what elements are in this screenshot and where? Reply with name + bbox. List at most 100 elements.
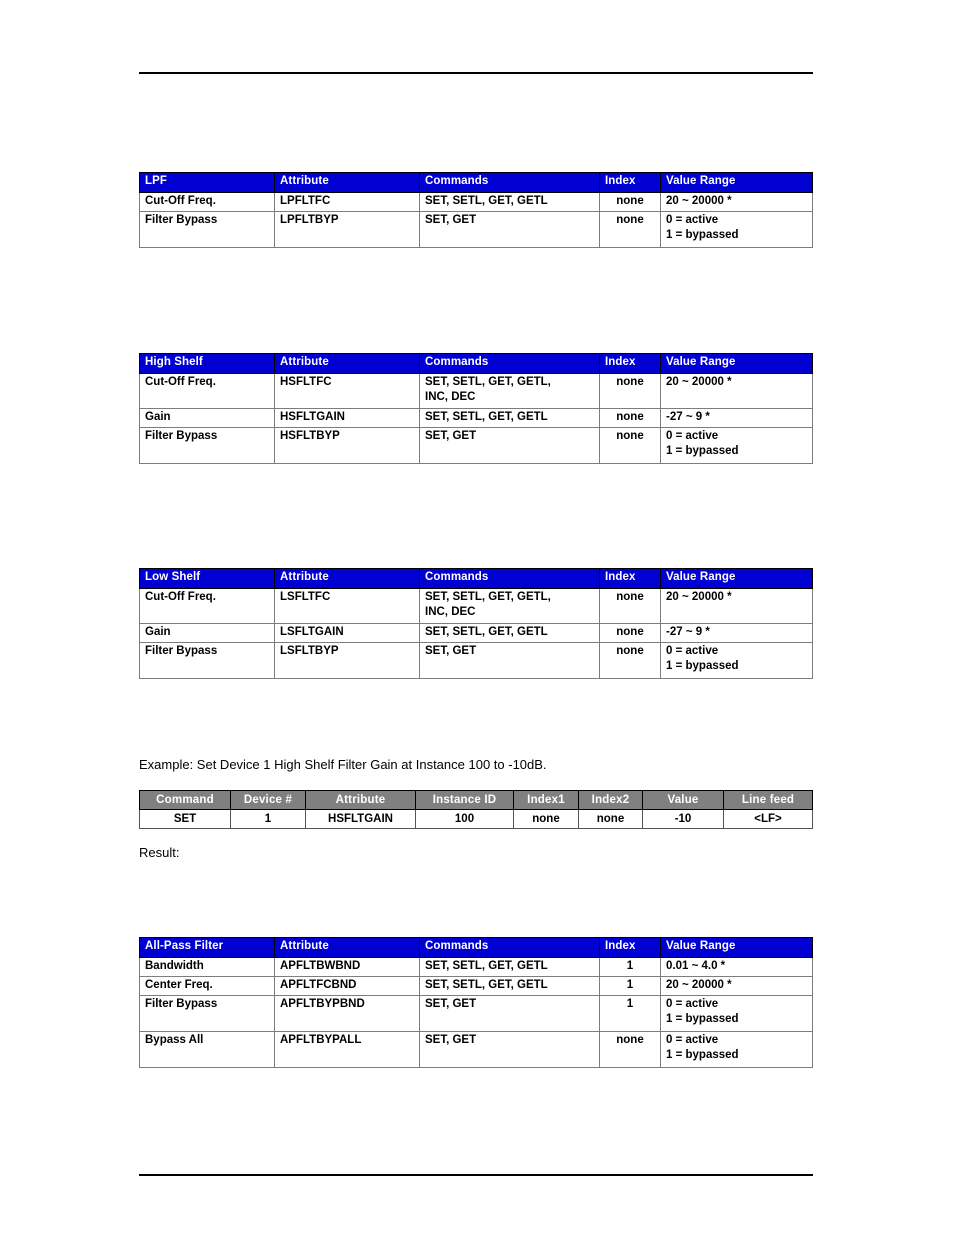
commands-line: SET, SETL, GET, GETL (425, 626, 548, 638)
cell-index: none (599, 642, 661, 679)
cell-commands: SET, GET (419, 427, 600, 464)
column-header-name: Low Shelf (139, 568, 275, 589)
value-range-line: -27 ~ 9 * (666, 626, 710, 638)
cell-index: 1 (599, 957, 661, 977)
column-header-instance-id: Instance ID (415, 790, 514, 810)
value-range-line: 20 ~ 20000 * (666, 979, 732, 991)
cell-index: none (599, 211, 661, 248)
cell-name: Cut-Off Freq. (139, 588, 275, 624)
value-range-line: 20 ~ 20000 * (666, 591, 732, 603)
cell-name: Filter Bypass (139, 211, 275, 248)
cell-index: none (599, 588, 661, 624)
commands-line: SET, GET (425, 1034, 477, 1046)
cell-command: SET (139, 809, 231, 829)
cell-name: Bypass All (139, 1031, 275, 1068)
cell-commands: SET, GET (419, 1031, 600, 1068)
cell-value-range: 0 = active 1 = bypassed (660, 642, 813, 679)
value-range-line: 0 = active (666, 214, 719, 226)
cell-value-range: 20 ~ 20000 * (660, 373, 813, 409)
cell-value-range: 0 = active 1 = bypassed (660, 995, 813, 1032)
cell-value-range: 20 ~ 20000 * (660, 588, 813, 624)
footer-rule (139, 1174, 813, 1176)
cell-attribute: LSFLTGAIN (274, 623, 420, 643)
column-header-index: Index (599, 353, 661, 374)
cell-index: none (599, 427, 661, 464)
commands-line: SET, SETL, GET, GETL (425, 960, 548, 972)
cell-name: Filter Bypass (139, 995, 275, 1032)
cell-attribute: HSFLTGAIN (305, 809, 416, 829)
cell-attribute: LPFLTBYP (274, 211, 420, 248)
column-header-name: High Shelf (139, 353, 275, 374)
table-row: Bandwidth APFLTBWBND SET, SETL, GET, GET… (139, 957, 813, 977)
column-header-commands: Commands (419, 937, 600, 958)
commands-line: INC, DEC (425, 390, 476, 403)
cell-commands: SET, SETL, GET, GETL (419, 192, 600, 212)
cell-index: none (599, 623, 661, 643)
column-header-name: LPF (139, 172, 275, 193)
cell-index: 1 (599, 976, 661, 996)
cell-value-range: 0 = active 1 = bypassed (660, 427, 813, 464)
cell-index1: none (513, 809, 579, 829)
column-header-index1: Index1 (513, 790, 579, 810)
cell-attribute: APFLTBYPALL (274, 1031, 420, 1068)
table-row: Center Freq. APFLTFCBND SET, SETL, GET, … (139, 976, 813, 996)
cell-attribute: LSFLTFC (274, 588, 420, 624)
column-header-value-range: Value Range (660, 568, 813, 589)
commands-line: SET, GET (425, 214, 477, 226)
commands-line: SET, SETL, GET, GETL (425, 195, 548, 207)
column-header-value-range: Value Range (660, 353, 813, 374)
cell-attribute: HSFLTBYP (274, 427, 420, 464)
table-header-row: Low Shelf Attribute Commands Index Value… (139, 568, 813, 589)
cell-name: Gain (139, 623, 275, 643)
column-header-command: Command (139, 790, 231, 810)
commands-line: SET, SETL, GET, GETL, (425, 376, 551, 388)
cell-value-range: -27 ~ 9 * (660, 408, 813, 428)
commands-line: SET, GET (425, 998, 477, 1010)
cell-index: none (599, 1031, 661, 1068)
table-row: SET 1 HSFLTGAIN 100 none none -10 <LF> (139, 809, 813, 829)
cell-value: -10 (642, 809, 724, 829)
value-range-line: 1 = bypassed (666, 1012, 739, 1025)
low-shelf-attribute-table: Low Shelf Attribute Commands Index Value… (139, 568, 813, 679)
cell-index: none (599, 408, 661, 428)
table-header-row: LPF Attribute Commands Index Value Range (139, 172, 813, 193)
value-range-line: 20 ~ 20000 * (666, 195, 732, 207)
column-header-device-number: Device # (230, 790, 306, 810)
value-range-line: 1 = bypassed (666, 444, 739, 457)
column-header-value: Value (642, 790, 724, 810)
cell-device-number: 1 (230, 809, 306, 829)
commands-line: SET, SETL, GET, GETL, (425, 591, 551, 603)
commands-line: SET, GET (425, 430, 477, 442)
table-header-row: All-Pass Filter Attribute Commands Index… (139, 937, 813, 958)
cell-attribute: APFLTBYPBND (274, 995, 420, 1032)
value-range-line: 0.01 ~ 4.0 * (666, 960, 726, 972)
cell-attribute: APFLTFCBND (274, 976, 420, 996)
cell-name: Cut-Off Freq. (139, 192, 275, 212)
column-header-commands: Commands (419, 172, 600, 193)
header-rule (139, 72, 813, 74)
value-range-line: 1 = bypassed (666, 1048, 739, 1061)
column-header-attribute: Attribute (274, 568, 420, 589)
cell-value-range: 0 = active 1 = bypassed (660, 1031, 813, 1068)
cell-value-range: 20 ~ 20000 * (660, 976, 813, 996)
column-header-name: All-Pass Filter (139, 937, 275, 958)
table-header-row: High Shelf Attribute Commands Index Valu… (139, 353, 813, 374)
cell-value-range: -27 ~ 9 * (660, 623, 813, 643)
value-range-line: 1 = bypassed (666, 659, 739, 672)
column-header-value-range: Value Range (660, 172, 813, 193)
cell-value-range: 20 ~ 20000 * (660, 192, 813, 212)
table-row: Cut-Off Freq. LPFLTFC SET, SETL, GET, GE… (139, 192, 813, 212)
cell-commands: SET, SETL, GET, GETL (419, 408, 600, 428)
cell-commands: SET, GET (419, 642, 600, 679)
column-header-index2: Index2 (578, 790, 643, 810)
table-row: Gain HSFLTGAIN SET, SETL, GET, GETL none… (139, 408, 813, 428)
table-row: Filter Bypass LPFLTBYP SET, GET none 0 =… (139, 211, 813, 248)
example-text: Example: Set Device 1 High Shelf Filter … (139, 757, 547, 772)
lpf-attribute-table: LPF Attribute Commands Index Value Range… (139, 172, 813, 248)
document-page: LPF Attribute Commands Index Value Range… (0, 0, 954, 1235)
cell-name: Filter Bypass (139, 427, 275, 464)
cell-commands: SET, SETL, GET, GETL, INC, DEC (419, 373, 600, 409)
column-header-attribute: Attribute (274, 353, 420, 374)
result-text: Result: (139, 845, 180, 860)
commands-line: SET, SETL, GET, GETL (425, 411, 548, 423)
